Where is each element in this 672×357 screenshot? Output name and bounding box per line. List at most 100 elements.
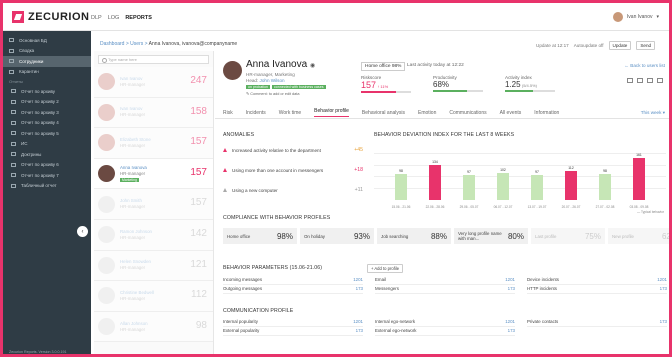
sidebar-item-label: Отчет по архиву 6 bbox=[21, 162, 59, 168]
user-list-item[interactable]: Ivan Ivanov HR-manager 247 bbox=[94, 67, 213, 98]
user-role: HR-manager bbox=[120, 112, 146, 118]
compliance-card[interactable]: New profile 62% bbox=[608, 228, 671, 244]
autoupdate-toggle[interactable]: Autoupdate off bbox=[574, 43, 604, 48]
param-row: HTTP incidents 173 bbox=[527, 286, 667, 294]
user-list-item[interactable]: Anna Ivanova HR-manager Marketing 157 bbox=[94, 158, 213, 190]
chart-legend: — Typical behavior bbox=[636, 210, 664, 214]
collapse-sidebar-button[interactable]: ‹ bbox=[77, 226, 88, 237]
chart-bar[interactable] bbox=[599, 174, 611, 200]
chart-data-label: 97 bbox=[535, 169, 539, 174]
tab-risk[interactable]: Risk bbox=[223, 110, 233, 116]
chart-bar[interactable] bbox=[395, 174, 407, 200]
avatar bbox=[98, 318, 115, 336]
tab-incidents[interactable]: Incidents bbox=[246, 110, 266, 116]
avatar bbox=[98, 103, 115, 121]
chart-data-label: 98 bbox=[603, 169, 607, 174]
anomaly-item[interactable]: Using a new computer +11 bbox=[223, 185, 363, 195]
compliance-card[interactable]: Home office 98% bbox=[223, 228, 297, 244]
user-list-item[interactable]: Ivan Ivanov HR-manager 158 bbox=[94, 97, 213, 129]
avatar bbox=[98, 226, 115, 244]
user-role: HR-manager bbox=[120, 326, 146, 332]
user-list-item[interactable]: Helen Snowden HR-manager 121 bbox=[94, 250, 213, 282]
chart-data-label: 134 bbox=[432, 159, 438, 164]
anomaly-value: +18 bbox=[354, 167, 363, 173]
comm-title: COMMUNICATION PROFILE bbox=[223, 308, 294, 314]
sidebar-item-label: Отчет по архиву 2 bbox=[21, 99, 59, 105]
mail-icon[interactable] bbox=[647, 78, 653, 83]
report-icon bbox=[11, 120, 16, 125]
nav-dlp[interactable]: DLP bbox=[91, 15, 102, 21]
sidebar-report-item[interactable]: Отчет по архиву 3 bbox=[3, 107, 91, 118]
behavior-profile-panel: ANOMALIES Increased activity relative to… bbox=[215, 120, 671, 354]
sidebar-report-item[interactable]: Отчет по архиву 2 bbox=[3, 97, 91, 108]
chart-bar[interactable] bbox=[531, 174, 543, 200]
chart-bar[interactable] bbox=[463, 174, 475, 200]
last-activity: Last activity today at 12:22 bbox=[407, 63, 464, 68]
anomaly-text: Increased activity relative to the depar… bbox=[232, 147, 321, 153]
chart-bar[interactable] bbox=[497, 173, 509, 200]
compliance-card[interactable]: Last profile 75% bbox=[531, 228, 605, 244]
sidebar-item-db[interactable]: Основная БД bbox=[3, 35, 91, 46]
metric-extra: ↑ 11% bbox=[377, 84, 389, 89]
tab-communications[interactable]: Communications bbox=[449, 110, 486, 116]
nav-reports[interactable]: REPORTS bbox=[125, 15, 152, 21]
sidebar-report-item[interactable]: Отчет по архиву 6 bbox=[3, 160, 91, 171]
user-list-item[interactable]: Allan Johnson HR-manager 98 bbox=[94, 311, 213, 343]
compliance-card[interactable]: On holiday 93% bbox=[300, 228, 374, 244]
send-button[interactable]: Send bbox=[636, 41, 656, 50]
user-search-input[interactable]: Type name here bbox=[98, 55, 209, 64]
chart-bar[interactable] bbox=[565, 170, 577, 200]
breadcrumb-dashboard[interactable]: Dashboard bbox=[100, 41, 124, 47]
sidebar-item-summary[interactable]: Сводка bbox=[3, 46, 91, 57]
sidebar-report-item[interactable]: Отчет по архиву 4 bbox=[3, 118, 91, 129]
param-row: Device incidents 1201 bbox=[527, 277, 667, 285]
tab-behavior-profile[interactable]: Behavior profile bbox=[314, 108, 349, 117]
sidebar-report-item[interactable]: Отчет по архиву bbox=[3, 86, 91, 97]
sidebar-item-label: Карантин bbox=[19, 69, 39, 75]
period-select[interactable]: This week ▾ bbox=[641, 110, 665, 116]
tab-work-time[interactable]: Work time bbox=[279, 110, 301, 116]
tab-information[interactable]: Information bbox=[534, 110, 559, 116]
sidebar-item-label: Отчет по архиву bbox=[21, 88, 56, 94]
anomaly-text: Using a new computer bbox=[232, 187, 278, 193]
compliance-label: Home office bbox=[227, 233, 251, 239]
sidebar-report-item[interactable]: Доктрины bbox=[3, 149, 91, 160]
head-link[interactable]: John Wilson bbox=[260, 78, 285, 83]
sidebar-report-item[interactable]: ИС bbox=[3, 139, 91, 150]
eye-icon: ◉ bbox=[309, 63, 316, 69]
add-to-profile-button[interactable]: + Add to profile bbox=[367, 264, 404, 273]
nav-log[interactable]: LOG bbox=[108, 15, 120, 21]
compliance-pct: 62% bbox=[661, 231, 671, 241]
user-list-item[interactable]: John Smith HR-manager 157 bbox=[94, 189, 213, 220]
anomaly-item[interactable]: Using more than one account in messenger… bbox=[223, 165, 363, 175]
compliance-row: Home office 98% On holiday 93% Job searching… bbox=[223, 228, 671, 244]
user-menu[interactable]: Ivan Ivanov ▾ bbox=[612, 12, 659, 22]
tab-emotion[interactable]: Emotion bbox=[418, 110, 436, 116]
comment-link[interactable]: ✎ Comment: to add or edit data bbox=[246, 91, 299, 96]
sidebar-item-label: Отчет по архиву 4 bbox=[21, 120, 59, 126]
anomaly-item[interactable]: Increased activity relative to the depar… bbox=[223, 145, 363, 155]
user-list-item[interactable]: Christine Bedwell HR-manager 112 bbox=[94, 281, 213, 312]
user-list-item[interactable]: Elizabeth Stone HR-manager 157 bbox=[94, 128, 213, 159]
user-list-item[interactable]: Ramon Johnson HR-manager 142 bbox=[94, 219, 213, 251]
monitor-icon[interactable] bbox=[627, 78, 633, 83]
sidebar-report-item[interactable]: Отчет по архиву 7 bbox=[3, 170, 91, 181]
sidebar-item-label: ИС bbox=[21, 141, 28, 147]
chart-bar[interactable] bbox=[633, 157, 645, 200]
breadcrumb-users[interactable]: Users bbox=[130, 41, 143, 47]
sidebar-report-item[interactable]: Табличный отчет bbox=[3, 181, 91, 192]
report-icon bbox=[11, 162, 16, 167]
sidebar-item-quarantine[interactable]: Карантин bbox=[3, 67, 91, 78]
chart-bar[interactable] bbox=[429, 164, 441, 200]
sidebar-report-item[interactable]: Отчет по архиву 5 bbox=[3, 128, 91, 139]
compliance-card[interactable]: Job searching 88% bbox=[377, 228, 451, 244]
tab-all-events[interactable]: All events bbox=[500, 110, 522, 116]
back-to-users-link[interactable]: ← Back to users list bbox=[624, 63, 665, 68]
update-button[interactable]: Update bbox=[608, 41, 632, 50]
logo[interactable]: ZECURION bbox=[12, 11, 89, 23]
tab-behavioral-analysis[interactable]: Behavioral analysis bbox=[362, 110, 405, 116]
more-icon[interactable] bbox=[657, 78, 663, 83]
camera-icon[interactable] bbox=[637, 78, 643, 83]
sidebar-item-employees[interactable]: Сотрудники bbox=[3, 56, 91, 67]
compliance-card[interactable]: Very long profile name with man... 80% bbox=[454, 228, 528, 244]
